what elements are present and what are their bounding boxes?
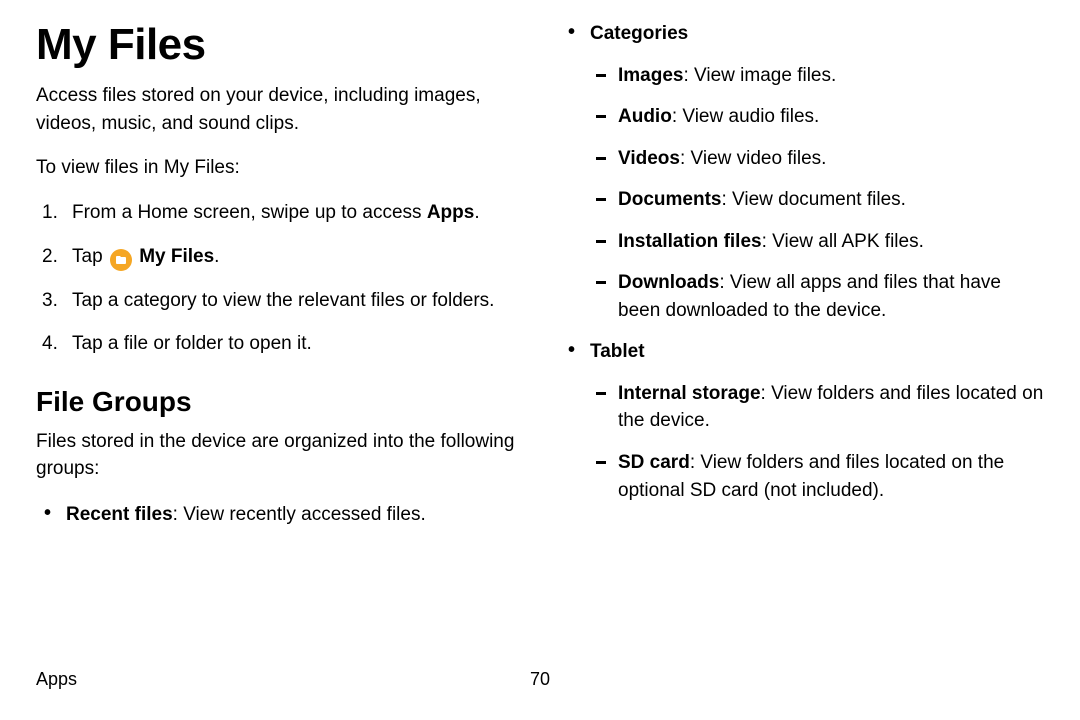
tablet-item: Tablet Internal storage: View folders an… (566, 338, 1044, 504)
step-2: Tap My Files. (42, 243, 520, 271)
bullet-list-left: Recent files: View recently accessed fil… (42, 501, 520, 529)
cat-audio: Audio: View audio files. (594, 103, 1044, 131)
page-title: My Files (36, 20, 520, 70)
tab-sdcard: SD card: View folders and files located … (594, 449, 1044, 504)
tablet-sublist: Internal storage: View folders and files… (594, 380, 1044, 504)
cat-documents: Documents: View document files. (594, 186, 1044, 214)
step-4: Tap a file or folder to open it. (42, 330, 520, 358)
step-1: From a Home screen, swipe up to access A… (42, 199, 520, 227)
recent-files-item: Recent files: View recently accessed fil… (42, 501, 520, 529)
cat-downloads: Downloads: View all apps and files that … (594, 269, 1044, 324)
cat-images: Images: View image files. (594, 62, 1044, 90)
intro-text: Access files stored on your device, incl… (36, 82, 520, 137)
footer-section-label: Apps (36, 669, 77, 690)
categories-item: Categories Images: View image files. Aud… (566, 20, 1044, 324)
cat-installation: Installation files: View all APK files. (594, 228, 1044, 256)
right-column: Categories Images: View image files. Aud… (560, 20, 1044, 542)
page-footer: Apps 70 (36, 669, 1044, 690)
folder-icon (110, 249, 132, 271)
cat-videos: Videos: View video files. (594, 145, 1044, 173)
section-heading: File Groups (36, 386, 520, 418)
step-3: Tap a category to view the relevant file… (42, 287, 520, 315)
left-column: My Files Access files stored on your dev… (36, 20, 520, 542)
lead-text: To view files in My Files: (36, 157, 520, 179)
bullet-list-right: Categories Images: View image files. Aud… (566, 20, 1044, 504)
tab-internal: Internal storage: View folders and files… (594, 380, 1044, 435)
footer-page-number: 70 (530, 669, 550, 690)
steps-list: From a Home screen, swipe up to access A… (42, 199, 520, 358)
categories-sublist: Images: View image files. Audio: View au… (594, 62, 1044, 325)
section-sub: Files stored in the device are organized… (36, 428, 520, 483)
